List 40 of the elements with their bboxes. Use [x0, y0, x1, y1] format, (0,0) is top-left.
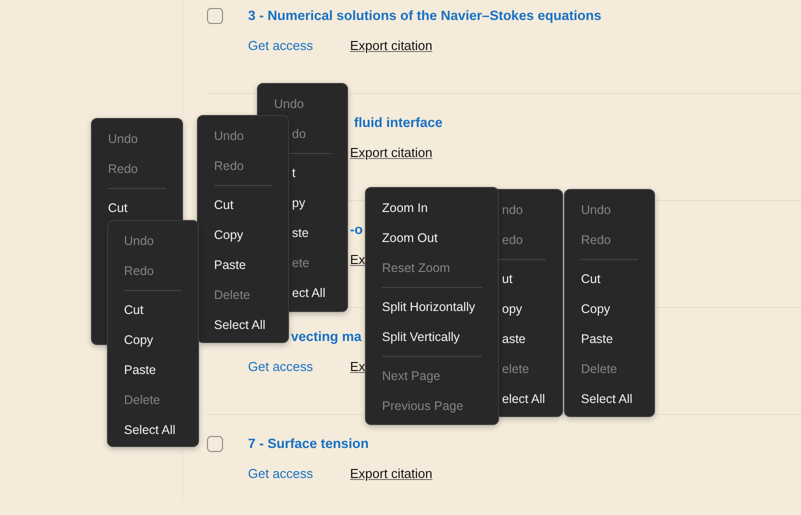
export-citation-link[interactable]: Export citation — [350, 143, 432, 163]
get-access-link[interactable]: Get access — [248, 36, 314, 56]
menu-item[interactable]: Copy — [214, 220, 244, 250]
menu-item[interactable]: Copy — [124, 325, 154, 355]
chapter-title-link[interactable]: -o — [350, 220, 363, 240]
menu-item[interactable]: Zoom Out — [382, 223, 438, 253]
get-access-link[interactable]: Get access — [248, 464, 314, 484]
menu-item[interactable]: Copy — [581, 294, 610, 324]
chapter-title-link[interactable]: fluid interface — [354, 113, 443, 133]
menu-item[interactable]: Split Horizontally — [382, 292, 476, 322]
menu-item[interactable]: Paste — [124, 355, 156, 385]
menu-item[interactable]: ut — [502, 264, 512, 294]
get-access-link[interactable]: Get access — [248, 357, 314, 377]
chapter-title-link[interactable]: vecting ma — [291, 327, 362, 347]
menu-item[interactable]: ste — [292, 218, 309, 248]
menu-item[interactable]: Paste — [214, 250, 246, 280]
menu-item[interactable]: Split Vertically — [382, 322, 460, 352]
menu-item[interactable]: Cut — [214, 190, 234, 220]
menu-item[interactable]: py — [292, 188, 306, 218]
menu-item[interactable]: t — [292, 158, 296, 188]
menu-item[interactable]: Select All — [124, 415, 176, 445]
export-citation-link[interactable]: Export citation — [350, 464, 432, 484]
menu-item[interactable]: aste — [502, 324, 526, 354]
menu-item[interactable]: Select All — [214, 310, 266, 340]
menu-item[interactable]: Select All — [581, 384, 632, 414]
chapter-title-link[interactable]: 3 - Numerical solutions of the Navier–Stokes equations — [248, 6, 602, 26]
menu-item[interactable]: ect All — [292, 278, 326, 308]
menu-item[interactable]: Cut — [108, 193, 128, 223]
menu-item[interactable]: Paste — [581, 324, 613, 354]
menu-item[interactable]: Zoom In — [382, 193, 428, 223]
menu-item[interactable]: Cut — [581, 264, 600, 294]
menu-item[interactable]: Cut — [124, 295, 144, 325]
export-citation-link[interactable]: Ex — [350, 357, 366, 377]
export-citation-link[interactable]: Export citation — [350, 36, 432, 56]
export-citation-link[interactable]: Ex — [350, 250, 366, 270]
menu-item[interactable]: opy — [502, 294, 522, 324]
menu-item[interactable]: elect All — [502, 384, 546, 414]
chapter-title-link[interactable]: 7 - Surface tension — [248, 434, 369, 454]
checkbox[interactable] — [207, 8, 223, 24]
checkbox[interactable] — [207, 436, 223, 452]
